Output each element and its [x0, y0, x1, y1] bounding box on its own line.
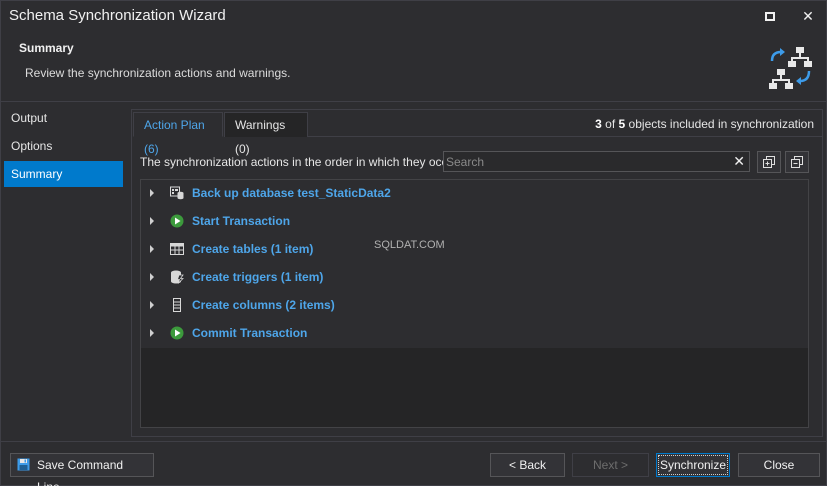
expand-arrow-icon[interactable]: [150, 189, 154, 197]
action-label: Commit Transaction: [192, 326, 308, 340]
save-command-line-button[interactable]: Save Command Line...: [10, 453, 154, 486]
expand-all-icon: [763, 156, 775, 168]
counter-suffix: objects included in synchronization: [625, 117, 814, 131]
column-icon: [173, 298, 181, 312]
synchronize-button[interactable]: Synchronize: [656, 453, 730, 477]
summary-panel: Action Plan (6) Warnings (0) 3 of 5 obje…: [131, 109, 823, 437]
window-title: Schema Synchronization Wizard: [9, 7, 226, 24]
action-label: Create triggers (1 item): [192, 270, 324, 284]
watermark-text: SQLDAT.COM: [374, 239, 445, 251]
wizard-sidebar: Output Options Summary: [1, 103, 129, 439]
action-label: Create tables (1 item): [192, 242, 314, 256]
back-button[interactable]: < Back: [490, 453, 565, 477]
save-command-line-label: Save Command Line...: [37, 458, 124, 486]
action-list: Back up database test_StaticData2 Start …: [141, 180, 808, 348]
expand-arrow-icon[interactable]: [150, 301, 154, 309]
collapse-all-icon: [791, 156, 803, 168]
save-disk-icon: [17, 458, 30, 471]
action-row-create-tables[interactable]: Create tables (1 item): [141, 236, 808, 264]
action-row-commit-transaction[interactable]: Commit Transaction: [141, 320, 808, 348]
sidebar-item-options[interactable]: Options: [4, 133, 123, 159]
collapse-all-button[interactable]: [785, 151, 809, 173]
expand-arrow-icon[interactable]: [150, 217, 154, 225]
play-icon: [170, 214, 184, 228]
wizard-header: Summary Review the synchronization actio…: [1, 31, 826, 102]
expand-all-button[interactable]: [757, 151, 781, 173]
action-label: Back up database test_StaticData2: [192, 186, 391, 200]
actions-description: The synchronization actions in the order…: [140, 155, 461, 169]
trigger-icon: [171, 270, 184, 284]
action-row-create-triggers[interactable]: Create triggers (1 item): [141, 264, 808, 292]
action-row-create-columns[interactable]: Create columns (2 items): [141, 292, 808, 320]
tab-divider: [308, 136, 822, 137]
maximize-button[interactable]: [758, 5, 782, 27]
action-label: Start Transaction: [192, 214, 291, 228]
footer-divider: [1, 441, 826, 442]
play-icon: [170, 326, 184, 340]
schema-sync-icon: [769, 47, 812, 89]
maximize-icon: [765, 11, 775, 21]
expand-arrow-icon[interactable]: [150, 245, 154, 253]
action-label: Create columns (2 items): [192, 298, 335, 312]
sidebar-item-output[interactable]: Output: [4, 105, 123, 131]
close-window-button[interactable]: ✕: [796, 5, 820, 27]
action-row-backup[interactable]: Back up database test_StaticData2: [141, 180, 808, 208]
wizard-window: Schema Synchronization Wizard ✕ Summary …: [0, 0, 827, 486]
tab-action-plan[interactable]: Action Plan (6): [133, 112, 223, 156]
expand-arrow-icon[interactable]: [150, 329, 154, 337]
close-button[interactable]: Close: [738, 453, 820, 477]
clear-search-icon[interactable]: ✕: [733, 153, 745, 170]
action-tree: Back up database test_StaticData2 Start …: [140, 179, 809, 428]
backup-database-icon: [170, 186, 184, 200]
expand-arrow-icon[interactable]: [150, 273, 154, 281]
page-title: Summary: [19, 41, 74, 55]
counter-of: of: [601, 117, 619, 131]
tab-warnings[interactable]: Warnings (0): [224, 112, 308, 156]
close-icon: ✕: [802, 7, 814, 24]
search-input[interactable]: [446, 153, 726, 170]
table-icon: [170, 243, 184, 255]
action-row-start-transaction[interactable]: Start Transaction: [141, 208, 808, 236]
page-subtitle: Review the synchronization actions and w…: [25, 66, 291, 80]
tab-action-plan-label: Action Plan (6): [144, 118, 205, 156]
next-button[interactable]: Next >: [572, 453, 649, 477]
objects-counter: 3 of 5 objects included in synchronizati…: [595, 117, 814, 131]
search-box: ✕: [443, 151, 750, 172]
title-bar: Schema Synchronization Wizard ✕: [1, 1, 826, 31]
tab-warnings-label: Warnings (0): [235, 118, 286, 156]
sidebar-item-summary[interactable]: Summary: [4, 161, 123, 187]
included-count: 3: [595, 117, 602, 131]
